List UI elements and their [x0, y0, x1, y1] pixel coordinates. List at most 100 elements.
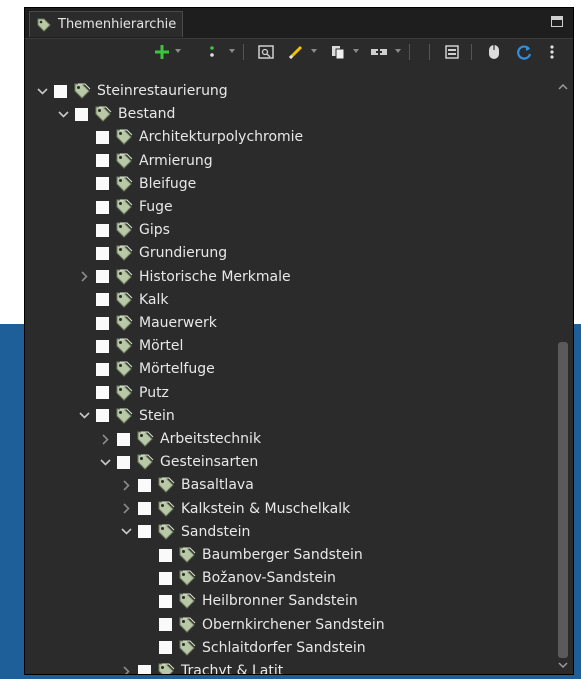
tree-item-label: Mauerwerk	[139, 315, 217, 331]
tree-item[interactable]: Gips	[78, 219, 170, 241]
collapse-chevron-icon[interactable]	[78, 266, 90, 288]
tree-item[interactable]: Historische Merkmale	[78, 266, 291, 288]
collapse-chevron-icon[interactable]	[120, 660, 132, 674]
collapse-chevron-icon[interactable]	[120, 474, 132, 496]
tree-item[interactable]: Armierung	[78, 150, 213, 172]
tree-item-checkbox[interactable]	[96, 293, 109, 307]
add-icon[interactable]	[153, 43, 171, 61]
tree-item-checkbox[interactable]	[138, 478, 151, 492]
tree-item[interactable]: Putz	[78, 382, 169, 404]
tree-item[interactable]: Kalkstein & Muschelkalk	[120, 498, 350, 520]
scroll-down-icon[interactable]	[558, 660, 568, 670]
tree-item-label: Sandstein	[181, 523, 251, 540]
tag-icon	[116, 269, 133, 285]
tree-item[interactable]: Schlaitdorfer Sandstein	[141, 637, 366, 659]
expand-chevron-icon[interactable]	[78, 405, 90, 427]
tree-item[interactable]: Mörtel	[78, 335, 183, 357]
tree-item-checkbox[interactable]	[96, 130, 109, 144]
tree-item[interactable]: Gesteinsarten	[99, 451, 258, 473]
tree-item[interactable]: Obernkirchener Sandstein	[141, 614, 385, 636]
tag-icon	[116, 153, 133, 169]
search-window-icon[interactable]	[257, 43, 275, 61]
refresh-icon[interactable]	[515, 43, 533, 61]
more-vert-icon[interactable]	[205, 43, 219, 61]
expand-chevron-icon[interactable]	[57, 103, 69, 125]
tree-item-checkbox[interactable]	[75, 107, 88, 121]
tree-item[interactable]: Baumberger Sandstein	[141, 544, 363, 566]
tree-item-checkbox[interactable]	[96, 339, 109, 353]
tree-item-checkbox[interactable]	[159, 618, 172, 632]
vertical-scrollbar[interactable]	[553, 68, 573, 674]
tree-item-checkbox[interactable]	[138, 502, 151, 516]
tree-item[interactable]: Basaltlava	[120, 474, 254, 496]
collapse-chevron-icon[interactable]	[120, 498, 132, 520]
copy-dropdown-arrow[interactable]	[353, 49, 359, 53]
tree-item-checkbox[interactable]	[159, 571, 172, 585]
tree-item-checkbox[interactable]	[117, 455, 130, 469]
tree-item[interactable]: Trachyt & Latit	[120, 660, 283, 674]
tree-item[interactable]: Mörtelfuge	[78, 358, 215, 380]
link-icon[interactable]	[369, 43, 389, 61]
add-dropdown-arrow[interactable]	[175, 49, 181, 53]
collapse-chevron-icon[interactable]	[99, 428, 111, 450]
tree-item-checkbox[interactable]	[96, 177, 109, 191]
tree-item-checkbox[interactable]	[138, 525, 151, 539]
maximize-icon[interactable]	[551, 16, 563, 27]
tree-item[interactable]: Grundierung	[78, 242, 227, 264]
link-dropdown-arrow[interactable]	[395, 49, 401, 53]
tree-item-checkbox[interactable]	[96, 200, 109, 214]
tree-item-checkbox[interactable]	[96, 270, 109, 284]
tree-item[interactable]: Sandstein	[120, 521, 250, 543]
expand-chevron-icon[interactable]	[99, 451, 111, 473]
tree-item-checkbox[interactable]	[159, 594, 172, 608]
more-dropdown-arrow[interactable]	[229, 49, 235, 53]
tree-item[interactable]: Stein	[78, 405, 175, 427]
pencil-icon[interactable]	[287, 43, 305, 61]
tree-item-checkbox[interactable]	[96, 409, 109, 423]
tab-themenhierarchie[interactable]: Themenhierarchie	[29, 11, 183, 37]
tree-item[interactable]: Mauerwerk	[78, 312, 217, 334]
tree-item-checkbox[interactable]	[96, 362, 109, 376]
tree-item[interactable]: Fuge	[78, 196, 173, 218]
scroll-up-icon[interactable]	[558, 82, 568, 92]
tree-item-checkbox[interactable]	[96, 223, 109, 237]
tree-item-label: Grundierung	[139, 245, 228, 262]
tag-icon	[137, 431, 154, 447]
tag-icon	[158, 501, 175, 517]
tree-item-checkbox[interactable]	[96, 316, 109, 330]
copy-icon[interactable]	[329, 43, 347, 61]
expand-chevron-icon[interactable]	[36, 80, 48, 102]
tree-item[interactable]: Kalk	[78, 289, 169, 311]
tree-item-checkbox[interactable]	[96, 386, 109, 400]
scrollbar-thumb[interactable]	[558, 342, 568, 658]
tree-item-checkbox[interactable]	[117, 432, 130, 446]
toolbar-separator	[471, 44, 472, 60]
mouse-icon[interactable]	[485, 43, 503, 61]
tree-item[interactable]: Bleifuge	[78, 173, 196, 195]
view-menu-icon[interactable]	[545, 43, 559, 61]
expand-chevron-icon[interactable]	[120, 521, 132, 543]
tree-item-checkbox[interactable]	[96, 154, 109, 168]
tree-item-checkbox[interactable]	[159, 641, 172, 655]
tree-item[interactable]: Steinrestaurierung	[36, 80, 228, 102]
themenhierarchie-view: Themenhierarchie Steinrestaurierung Best…	[24, 7, 574, 675]
tree-item-checkbox[interactable]	[96, 246, 109, 260]
tree-item[interactable]: Arbeitstechnik	[99, 428, 261, 450]
tree-item[interactable]: Bestand	[57, 103, 175, 125]
tree-item[interactable]: Architekturpolychromie	[78, 126, 303, 148]
tree-item[interactable]: Heilbronner Sandstein	[141, 590, 358, 612]
tree-item-checkbox[interactable]	[138, 664, 151, 674]
tree-item-checkbox[interactable]	[159, 548, 172, 562]
tree-item-checkbox[interactable]	[54, 84, 67, 98]
tree-item-label: Gesteinsarten	[160, 454, 259, 471]
tree-item-label: Fuge	[139, 199, 173, 215]
pencil-dropdown-arrow[interactable]	[311, 49, 317, 53]
collapse-icon[interactable]	[443, 43, 461, 61]
tree-item[interactable]: Božanov-Sandstein	[141, 567, 336, 589]
